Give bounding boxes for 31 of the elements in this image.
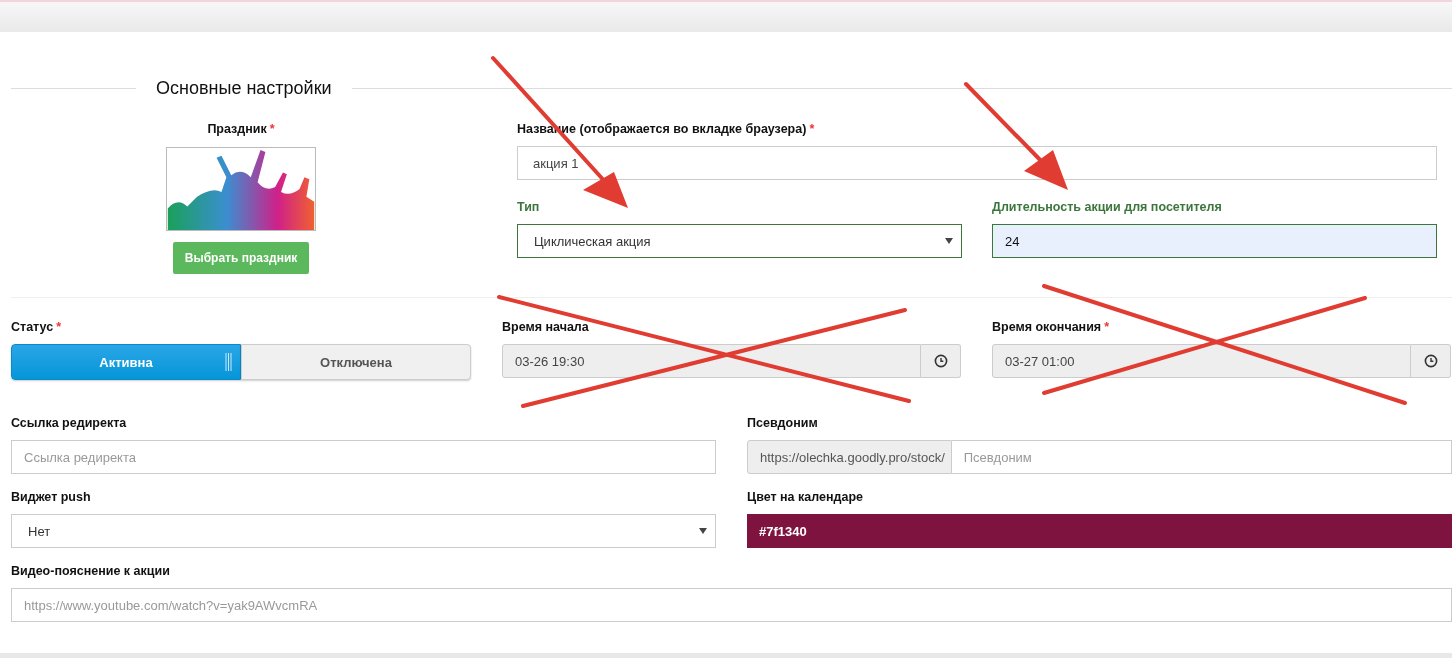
- grip-icon: [225, 353, 232, 371]
- clock-icon: [933, 354, 948, 368]
- select-field[interactable]: Циклическая акция: [517, 224, 962, 258]
- status-option[interactable]: Отключена: [241, 344, 471, 380]
- url-field[interactable]: Ссылка редиректа: [11, 440, 716, 474]
- url-prefix: https://olechka.goodly.pro/stock/: [747, 440, 952, 474]
- caret-icon: [699, 528, 707, 534]
- field-label: Псевдоним: [747, 416, 818, 432]
- caret-icon: [945, 238, 953, 244]
- field-label: Праздник *: [207, 122, 275, 138]
- time-field[interactable]: 03-27 01:00: [992, 344, 1411, 378]
- field-label: Виджет push: [11, 490, 91, 506]
- field-label: Время окончания *: [992, 320, 1109, 336]
- field-label: Время начала: [502, 320, 589, 336]
- time-field[interactable]: 03-26 19:30: [502, 344, 921, 378]
- field-label: Цвет на календаре: [747, 490, 863, 506]
- field-label: Видео-пояснение к акции: [11, 564, 170, 580]
- section-title: Основные настройки: [155, 77, 333, 99]
- alias-field[interactable]: Псевдоним: [951, 440, 1452, 474]
- field-label: Ссылка редиректа: [11, 416, 127, 432]
- number-field[interactable]: 24: [992, 224, 1437, 258]
- field-label: Статус *: [11, 320, 61, 336]
- color-field[interactable]: #7f1340: [747, 514, 1452, 548]
- field-label: Длительность акции для посетителя: [992, 200, 1222, 216]
- text-field[interactable]: акция 1: [517, 146, 1437, 180]
- time-picker-button[interactable]: [1411, 344, 1451, 378]
- select-field[interactable]: Нет: [11, 514, 716, 548]
- url-field[interactable]: https://www.youtube.com/watch?v=yak9AWvcmRA: [11, 588, 1452, 622]
- field-label: Тип: [517, 200, 540, 216]
- clock-icon: [1423, 354, 1438, 368]
- time-picker-button[interactable]: [921, 344, 961, 378]
